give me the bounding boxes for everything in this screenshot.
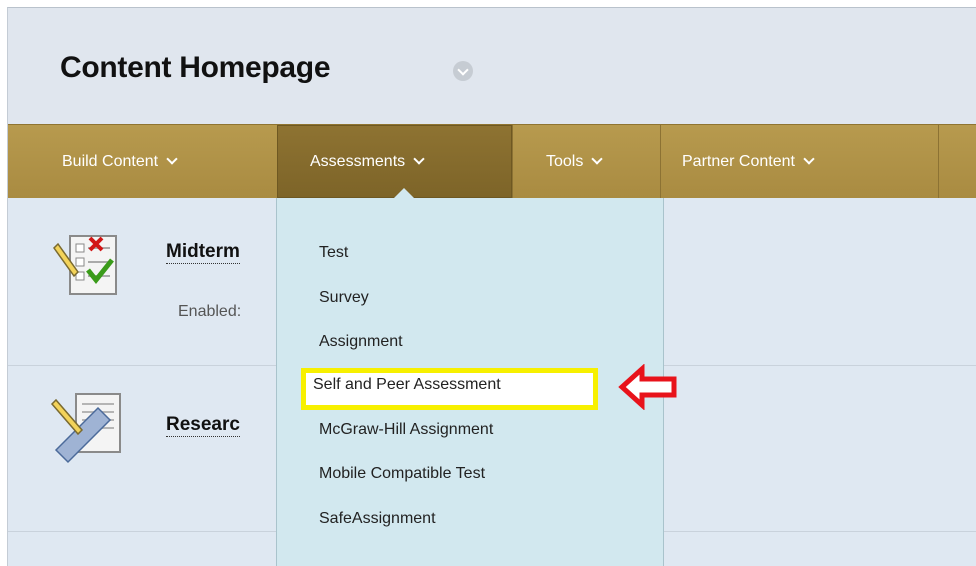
menu-item-survey[interactable]: Survey [319,289,369,307]
divider [660,125,661,198]
action-bar: Build Content Assessments Tools Partner … [8,124,976,199]
chevron-down-icon[interactable] [453,61,473,81]
partner-content-button[interactable]: Partner Content [682,125,815,198]
partner-content-label: Partner Content [682,153,795,170]
divider [512,125,513,198]
page-header: Content Homepage [8,8,976,124]
dropdown-notch [394,188,414,198]
assignment-ruler-icon [50,393,121,464]
chevron-down-icon [591,153,604,165]
test-checklist-icon [53,235,117,295]
chevron-down-icon [166,153,178,165]
menu-item-self-and-peer-assessment[interactable]: Self and Peer Assessment [313,376,501,394]
menu-item-mcgraw-hill-assignment[interactable]: McGraw-Hill Assignment [319,421,493,439]
chevron-down-icon [803,153,815,165]
tools-label: Tools [546,153,584,170]
build-content-button[interactable]: Build Content [62,125,178,198]
menu-item-safeassignment[interactable]: SafeAssignment [319,510,436,528]
assessments-label: Assessments [310,153,406,170]
page-frame: Content Homepage Build Content Assessmen… [7,7,976,566]
menu-item-mobile-compatible-test[interactable]: Mobile Compatible Test [319,465,485,483]
menu-item-assignment[interactable]: Assignment [319,333,403,351]
divider [938,125,939,198]
red-arrow-icon [618,364,677,410]
item-title[interactable]: Midterm [166,241,240,264]
item-meta: Enabled: [178,303,242,320]
item-title[interactable]: Researc [166,414,240,437]
tools-button[interactable]: Tools [546,125,604,198]
menu-item-test[interactable]: Test [319,244,348,262]
build-content-label: Build Content [62,153,159,170]
chevron-down-icon [413,153,425,165]
page-title: Content Homepage [60,51,331,84]
